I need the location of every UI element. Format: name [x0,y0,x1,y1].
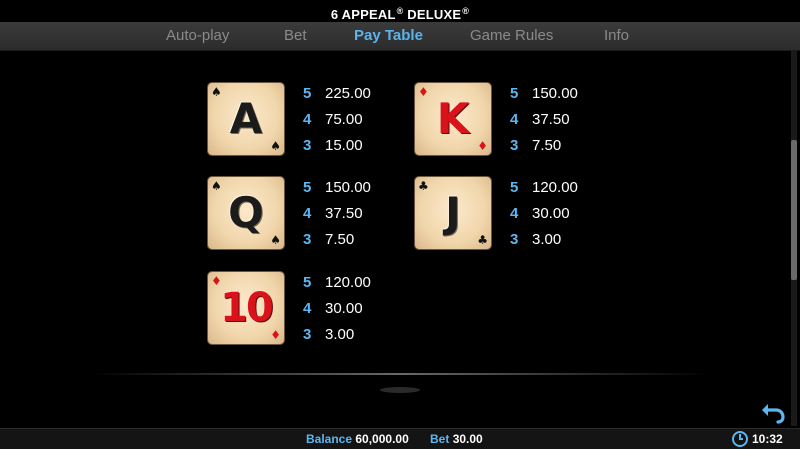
diamond-icon: ♦ [270,328,281,342]
pay-count: 3 [303,326,312,343]
divider-glow [380,387,420,393]
pay-value: 3.00 [532,231,562,248]
pay-count: 4 [510,205,519,222]
pay-row: 4 30.00 [303,296,393,322]
bet-value: 30.00 [452,432,483,446]
pay-count: 3 [510,231,519,248]
pay-count: 3 [303,231,312,248]
pay-value: 30.00 [532,205,570,222]
symbol-card-ace: ♠ A ♠ [208,83,284,155]
pay-value: 15.00 [325,137,363,154]
pay-row: 3 15.00 [303,133,393,159]
pay-count: 5 [510,179,519,196]
pay-value: 3.00 [325,326,355,343]
tab-auto-play[interactable]: Auto-play [166,22,229,50]
symbol-card-queen: ♠ Q ♠ [208,177,284,249]
bet-label: Bet [430,432,450,446]
pay-row: 4 37.50 [303,201,393,227]
clock-display: 10:32 [732,429,783,449]
spade-icon: ♠ [270,233,281,247]
clock-icon [732,431,748,447]
pay-value: 75.00 [325,111,363,128]
pay-value: 7.50 [325,231,355,248]
pay-row: 3 7.50 [303,227,393,253]
back-button[interactable] [761,400,787,424]
symbol-card-jack: ♣ J ♣ [415,177,491,249]
pay-row: 5 150.00 [510,81,600,107]
pay-value: 37.50 [325,205,363,222]
pay-value: 120.00 [325,274,371,291]
pay-value: 150.00 [325,179,371,196]
balance-label: Balance [306,432,353,446]
diamond-icon: ♦ [477,139,488,153]
paytable-a: 5 225.00 4 75.00 3 15.00 [303,81,393,159]
spade-icon: ♠ [270,139,281,153]
tab-game-rules[interactable]: Game Rules [470,22,553,50]
tab-bar: Auto-play Bet Pay Table Game Rules Info [0,22,800,51]
pay-count: 5 [303,85,312,102]
club-icon: ♣ [477,233,488,247]
bet-display: Bet 30.00 [430,429,483,449]
paytable-q: 5 150.00 4 37.50 3 7.50 [303,175,393,253]
pay-count: 5 [303,179,312,196]
pay-value: 7.50 [532,137,562,154]
scrollbar-thumb[interactable] [791,140,797,280]
undo-arrow-icon [762,404,785,424]
pay-value: 120.00 [532,179,578,196]
scrollbar[interactable] [791,50,797,426]
title-bar: 6 APPEAL® DELUXE® [0,0,800,22]
paytable-10: 5 120.00 4 30.00 3 3.00 [303,270,393,348]
status-bar: Balance 60,000.00 Bet 30.00 10:32 [0,428,800,449]
pay-value: 150.00 [532,85,578,102]
title-trademark-mark: ® [462,6,470,16]
pay-row: 5 120.00 [510,175,600,201]
pay-value: 37.50 [532,111,570,128]
pay-row: 5 150.00 [303,175,393,201]
pay-count: 4 [303,300,312,317]
pay-count: 3 [510,137,519,154]
paytable-k: 5 150.00 4 37.50 3 7.50 [510,81,600,159]
game-title: 6 APPEAL® DELUXE® [330,6,470,23]
tab-bet[interactable]: Bet [284,22,307,50]
pay-count: 4 [303,205,312,222]
balance-display: Balance 60,000.00 [306,429,409,449]
symbol-card-ten: ♦ 10 ♦ [208,272,284,344]
tab-pay-table[interactable]: Pay Table [354,22,423,50]
pay-row: 5 120.00 [303,270,393,296]
pay-count: 5 [303,274,312,291]
pay-row: 4 30.00 [510,201,600,227]
paytable-j: 5 120.00 4 30.00 3 3.00 [510,175,600,253]
pay-row: 3 3.00 [303,322,393,348]
balance-value: 60,000.00 [355,432,409,446]
tab-info[interactable]: Info [604,22,629,50]
pay-row: 5 225.00 [303,81,393,107]
title-registered-mark: ® [396,6,404,16]
pay-row: 4 75.00 [303,107,393,133]
pay-row: 3 7.50 [510,133,600,159]
pay-count: 5 [510,85,519,102]
pay-count: 4 [510,111,519,128]
pay-row: 4 37.50 [510,107,600,133]
symbol-card-king: ♦ K ♦ [415,83,491,155]
pay-count: 4 [303,111,312,128]
clock-time: 10:32 [752,432,783,446]
pay-value: 225.00 [325,85,371,102]
pay-count: 3 [303,137,312,154]
pay-value: 30.00 [325,300,363,317]
pay-row: 3 3.00 [510,227,600,253]
section-divider [90,373,710,375]
